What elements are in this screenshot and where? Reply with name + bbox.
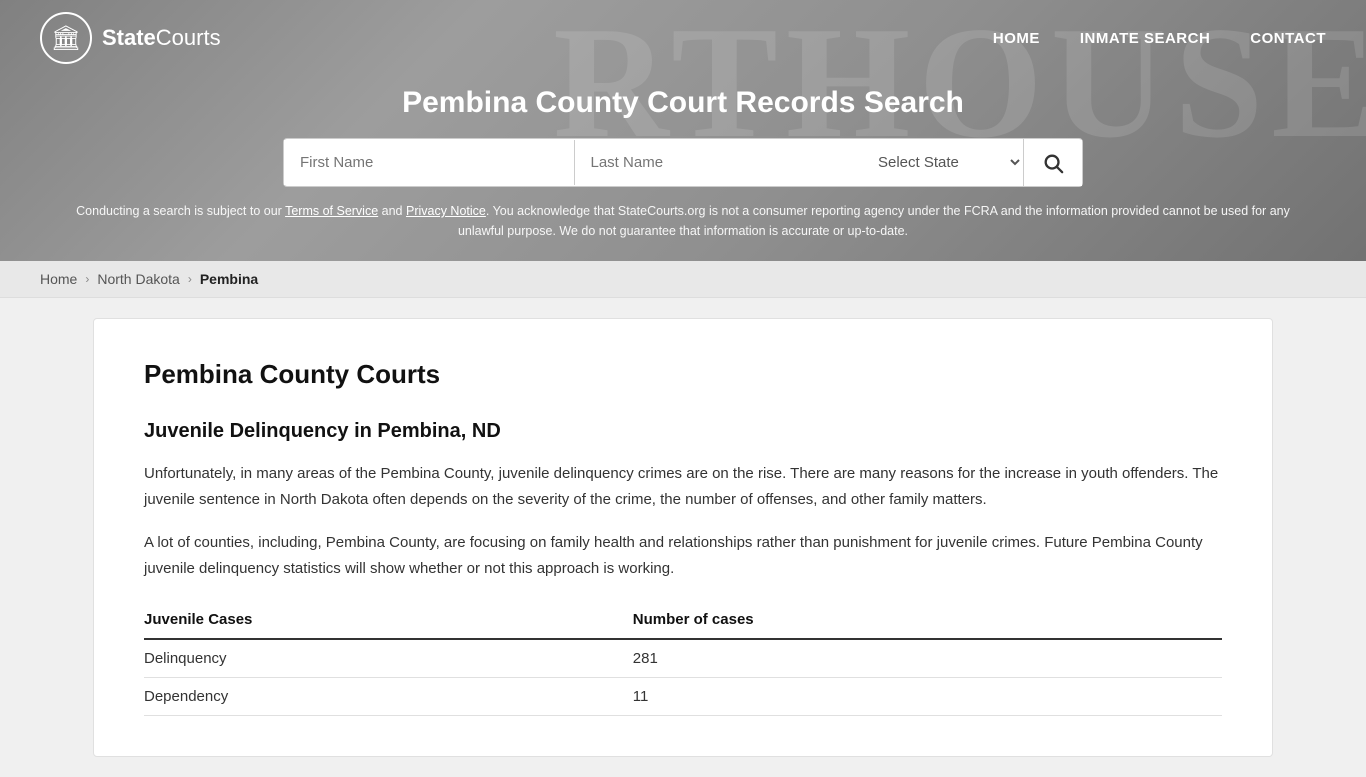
search-button[interactable] bbox=[1024, 140, 1082, 186]
privacy-link[interactable]: Privacy Notice bbox=[406, 204, 486, 218]
table-row: Delinquency 281 bbox=[144, 639, 1222, 678]
paragraph-2: A lot of counties, including, Pembina Co… bbox=[144, 530, 1222, 581]
terms-link[interactable]: Terms of Service bbox=[285, 204, 378, 218]
section-title: Juvenile Delinquency in Pembina, ND bbox=[144, 420, 1222, 443]
col-header-cases: Juvenile Cases bbox=[144, 601, 613, 639]
header-content: Pembina County Court Records Search Sele… bbox=[0, 76, 1366, 187]
juvenile-cases-table: Juvenile Cases Number of cases Delinquen… bbox=[144, 601, 1222, 716]
last-name-input[interactable] bbox=[575, 140, 865, 185]
breadcrumb-sep-2: › bbox=[188, 272, 192, 286]
first-name-input[interactable] bbox=[284, 140, 575, 185]
case-count: 281 bbox=[613, 639, 1222, 678]
logo-icon: 🏛 bbox=[40, 12, 92, 64]
search-bar: Select State Alabama Alaska Arizona Nort… bbox=[283, 138, 1083, 187]
search-icon bbox=[1042, 152, 1064, 174]
nav-links: HOME INMATE SEARCH CONTACT bbox=[993, 30, 1326, 47]
disclaimer-text: Conducting a search is subject to our Te… bbox=[0, 187, 1366, 261]
content-card: Pembina County Courts Juvenile Delinquen… bbox=[93, 318, 1273, 757]
nav-inmate-search[interactable]: INMATE SEARCH bbox=[1080, 30, 1210, 47]
case-type: Delinquency bbox=[144, 639, 613, 678]
breadcrumb: Home › North Dakota › Pembina bbox=[0, 261, 1366, 298]
case-count: 11 bbox=[613, 678, 1222, 716]
page-wrapper: Pembina County Courts Juvenile Delinquen… bbox=[0, 298, 1366, 777]
col-header-count: Number of cases bbox=[613, 601, 1222, 639]
table-row: Dependency 11 bbox=[144, 678, 1222, 716]
case-type: Dependency bbox=[144, 678, 613, 716]
paragraph-1: Unfortunately, in many areas of the Pemb… bbox=[144, 461, 1222, 512]
navigation: 🏛 StateCourts HOME INMATE SEARCH CONTACT bbox=[0, 0, 1366, 76]
breadcrumb-county: Pembina bbox=[200, 271, 258, 287]
breadcrumb-sep-1: › bbox=[85, 272, 89, 286]
logo-text: StateCourts bbox=[102, 25, 221, 51]
state-select[interactable]: Select State Alabama Alaska Arizona Nort… bbox=[864, 139, 1024, 186]
site-logo[interactable]: 🏛 StateCourts bbox=[40, 12, 221, 64]
breadcrumb-home[interactable]: Home bbox=[40, 271, 77, 287]
nav-contact[interactable]: CONTACT bbox=[1250, 30, 1326, 47]
county-title: Pembina County Courts bbox=[144, 359, 1222, 390]
page-title: Pembina County Court Records Search bbox=[402, 86, 964, 120]
nav-home[interactable]: HOME bbox=[993, 30, 1040, 47]
breadcrumb-state[interactable]: North Dakota bbox=[97, 271, 179, 287]
